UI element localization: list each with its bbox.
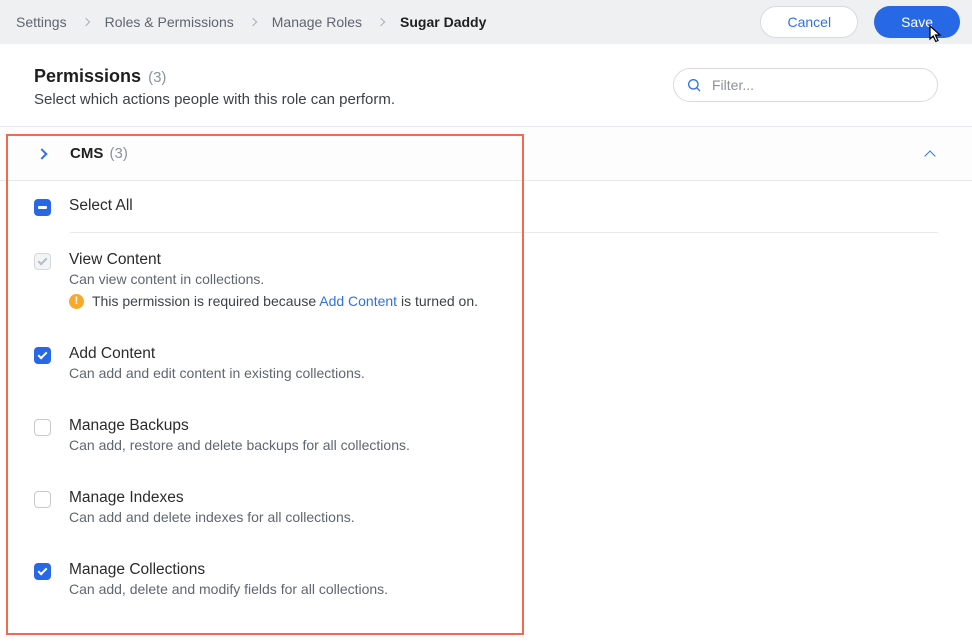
permission-checkbox-manage-indexes[interactable]	[34, 491, 51, 508]
page-title-text: Permissions	[34, 66, 141, 86]
chevron-right-icon	[36, 148, 47, 159]
permission-note-prefix: This permission is required because	[92, 293, 319, 309]
filter-input[interactable]	[673, 68, 938, 102]
topbar: Settings Roles & Permissions Manage Role…	[0, 0, 972, 44]
permission-title: Manage Backups	[69, 417, 938, 435]
select-all-checkbox[interactable]	[34, 199, 51, 216]
permissions-header: Permissions (3) Select which actions peo…	[0, 44, 972, 127]
permission-title: Manage Collections	[69, 561, 938, 579]
permission-title: Manage Indexes	[69, 489, 938, 507]
cancel-button[interactable]: Cancel	[760, 6, 858, 38]
warning-icon: !	[69, 294, 84, 309]
breadcrumb-current: Sugar Daddy	[396, 12, 490, 32]
page-subtitle: Select which actions people with this ro…	[34, 91, 653, 108]
breadcrumb-roles-permissions[interactable]: Roles & Permissions	[101, 12, 238, 32]
permission-desc: Can add and edit content in existing col…	[69, 365, 938, 381]
breadcrumb-manage-roles[interactable]: Manage Roles	[268, 12, 366, 32]
chevron-right-icon	[377, 18, 385, 26]
save-button[interactable]: Save	[874, 6, 960, 38]
search-icon	[686, 77, 702, 93]
permission-desc: Can add, restore and delete backups for …	[69, 437, 938, 453]
section-cms-title: CMS (3)	[70, 145, 128, 162]
filter-field[interactable]	[673, 68, 938, 102]
permission-note-suffix: is turned on.	[397, 293, 478, 309]
permission-checkbox-manage-backups[interactable]	[34, 419, 51, 436]
permission-title: Add Content	[69, 345, 938, 363]
save-button-label: Save	[901, 14, 933, 30]
permission-row-manage-backups: Manage Backups Can add, restore and dele…	[34, 399, 938, 471]
permission-row-view-content: View Content Can view content in collect…	[34, 233, 938, 327]
select-all-label: Select All	[69, 197, 938, 215]
permission-row-manage-indexes: Manage Indexes Can add and delete indexe…	[34, 471, 938, 543]
section-cms-header[interactable]: CMS (3)	[0, 127, 972, 181]
permission-desc: Can add and delete indexes for all colle…	[69, 509, 938, 525]
select-all-row: Select All	[34, 181, 938, 232]
permission-note: ! This permission is required because Ad…	[69, 293, 938, 309]
page-title: Permissions (3)	[34, 66, 653, 87]
permission-checkbox-view-content[interactable]	[34, 253, 51, 270]
chevron-right-icon	[81, 18, 89, 26]
breadcrumb-settings[interactable]: Settings	[12, 12, 71, 32]
permission-title: View Content	[69, 251, 938, 269]
chevron-up-icon	[924, 150, 935, 161]
permission-desc: Can add, delete and modify fields for al…	[69, 581, 938, 597]
page-title-count: (3)	[148, 69, 166, 86]
section-title-text: CMS	[70, 145, 103, 162]
permission-list: Select All View Content Can view content…	[0, 181, 972, 631]
section-title-count: (3)	[110, 145, 128, 162]
permission-checkbox-manage-collections[interactable]	[34, 563, 51, 580]
chevron-right-icon	[249, 18, 257, 26]
permission-row-manage-collections: Manage Collections Can add, delete and m…	[34, 543, 938, 615]
permission-note-link[interactable]: Add Content	[319, 293, 397, 309]
permission-checkbox-add-content[interactable]	[34, 347, 51, 364]
permission-row-add-content: Add Content Can add and edit content in …	[34, 327, 938, 399]
permission-desc: Can view content in collections.	[69, 271, 938, 287]
